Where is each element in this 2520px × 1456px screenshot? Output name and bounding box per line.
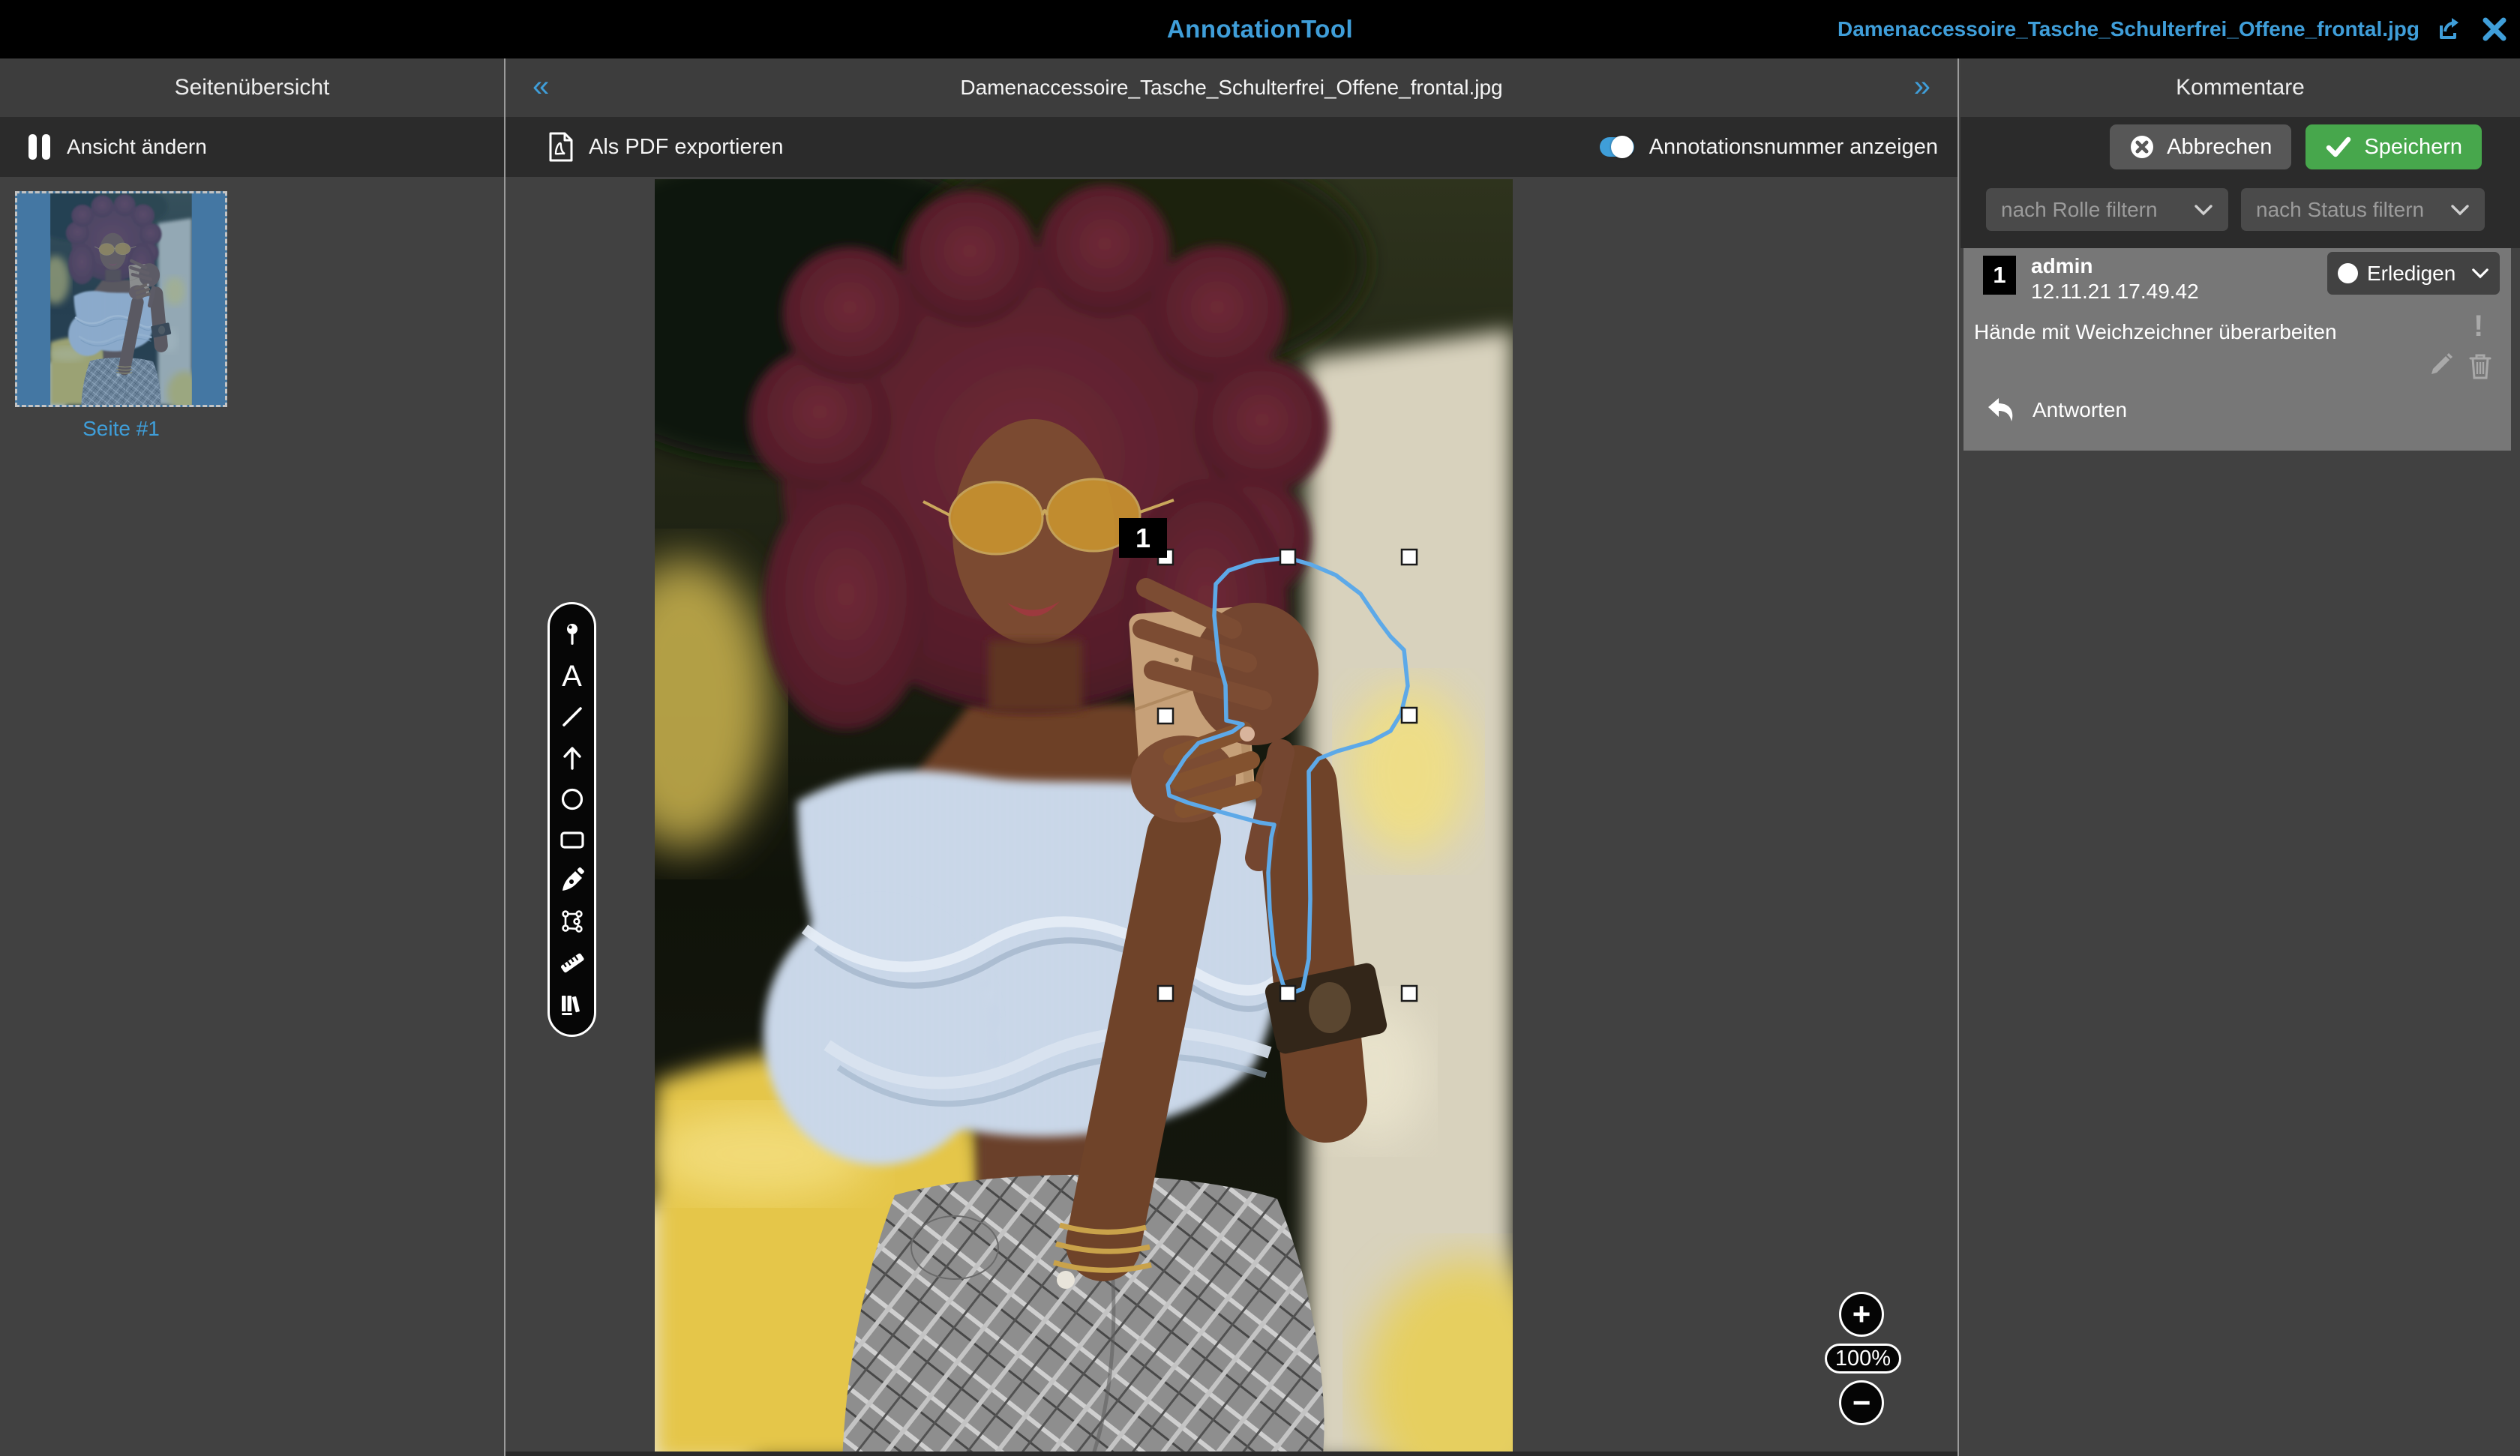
ellipse-tool-button[interactable] (554, 781, 590, 817)
export-pdf-label: Als PDF exportieren (589, 135, 784, 160)
ruler-tool-button[interactable] (554, 945, 590, 981)
handle-top-center[interactable] (1280, 550, 1295, 565)
edit-pencil-icon[interactable] (2427, 352, 2454, 382)
comments-actions: Abbrechen Speichern (1960, 117, 2520, 177)
drawing-toolbar: A (548, 602, 596, 1037)
pen-tool-button[interactable] (554, 863, 590, 899)
topbar-filename: Damenaccessoire_Tasche_Schulterfrei_Offe… (1838, 17, 2420, 41)
handle-bottom-right[interactable] (1402, 986, 1417, 1001)
change-view-label: Ansicht ändern (67, 135, 207, 159)
canvas-scrollbar[interactable] (506, 1452, 1958, 1456)
viewer-column: Damenaccessoire_Tasche_Schulterfrei_Offe… (504, 58, 1959, 1456)
comment-status-dropdown[interactable]: Erledigen (2327, 252, 2500, 295)
save-button[interactable]: Speichern (2306, 124, 2482, 169)
comment-status-label: Erledigen (2367, 262, 2462, 286)
library-tool-button[interactable] (554, 986, 590, 1022)
viewer-header: Damenaccessoire_Tasche_Schulterfrei_Offe… (506, 58, 1958, 117)
reply-label: Antworten (2032, 398, 2127, 422)
filter-role-placeholder: nach Rolle filtern (2001, 198, 2158, 222)
prev-page-button[interactable]: « (532, 58, 549, 117)
thumbnail-selection-overlay (17, 193, 225, 405)
topbar-file-actions: Damenaccessoire_Tasche_Schulterfrei_Offe… (1838, 0, 2510, 58)
annotation-number-toggle[interactable] (1600, 137, 1634, 157)
photo: 1 (655, 179, 1513, 1456)
comment-timestamp: 12.11.21 17.49.42 (2031, 280, 2199, 304)
arrow-tool-button[interactable] (554, 740, 590, 776)
check-icon (2325, 135, 2352, 159)
comment-filters: nach Rolle filtern nach Status filtern (1960, 177, 2520, 248)
chevron-down-icon (2194, 204, 2213, 216)
handle-top-right[interactable] (1402, 550, 1417, 565)
comments-sidebar: Kommentare Abbrechen Speichern nach Roll… (1960, 58, 2520, 1456)
annotation-tool-app: AnnotationTool Damenaccessoire_Tasche_Sc… (0, 0, 2520, 1456)
top-bar: AnnotationTool Damenaccessoire_Tasche_Sc… (0, 0, 2520, 58)
annotation-outline[interactable] (1168, 558, 1408, 993)
handle-bottom-center[interactable] (1280, 986, 1295, 1001)
page-thumbnail[interactable] (15, 191, 227, 407)
viewer-filename: Damenaccessoire_Tasche_Schulterfrei_Offe… (960, 76, 1502, 100)
close-icon[interactable] (2480, 14, 2510, 44)
svg-text:1: 1 (1136, 523, 1150, 553)
reply-arrow-icon (1986, 397, 2016, 424)
toggle-knob (1611, 136, 1634, 158)
share-icon[interactable] (2434, 14, 2464, 44)
priority-icon[interactable]: ! (2474, 310, 2483, 343)
delete-trash-icon[interactable] (2468, 352, 2493, 384)
save-label: Speichern (2364, 135, 2462, 160)
rectangle-tool-button[interactable] (554, 822, 590, 858)
export-pdf-button[interactable]: Als PDF exportieren (548, 131, 784, 163)
pages-sidebar-title: Seitenübersicht (0, 58, 504, 117)
zoom-level[interactable]: 100% (1825, 1344, 1901, 1374)
filter-status-dropdown[interactable]: nach Status filtern (2241, 188, 2485, 231)
comment-text: Hände mit Weichzeichner überarbeiten (1974, 320, 2337, 344)
filter-status-placeholder: nach Status filtern (2256, 198, 2424, 222)
zoom-out-button[interactable]: − (1839, 1380, 1884, 1425)
cancel-label: Abbrechen (2167, 135, 2272, 160)
filter-role-dropdown[interactable]: nach Rolle filtern (1986, 188, 2228, 231)
page-caption[interactable]: Seite #1 (15, 417, 227, 441)
handle-mid-right[interactable] (1402, 708, 1417, 723)
pdf-file-icon (548, 131, 574, 163)
viewer-toolbar: Als PDF exportieren Annotationsnummer an… (506, 117, 1958, 177)
cancel-button[interactable]: Abbrechen (2110, 124, 2291, 169)
comment-number-badge: 1 (1983, 256, 2016, 295)
annotation-layer: 1 (655, 179, 1513, 1456)
status-circle-icon (2338, 263, 2358, 283)
cancel-circle-icon (2129, 134, 2155, 160)
app-title: AnnotationTool (1167, 0, 1353, 58)
comments-title: Kommentare (1960, 58, 2520, 117)
annotation-number-badge: 1 (1119, 518, 1167, 558)
line-tool-button[interactable] (554, 699, 590, 735)
polygon-tool-button[interactable] (554, 903, 590, 939)
text-tool-button[interactable]: A (554, 658, 590, 694)
change-view-button[interactable]: Ansicht ändern (0, 117, 504, 177)
next-page-button[interactable]: » (1914, 58, 1930, 117)
handle-bottom-left[interactable] (1158, 986, 1173, 1001)
chevron-down-icon (2471, 268, 2489, 279)
annotation-number-toggle-label: Annotationsnummer anzeigen (1649, 135, 1938, 160)
reply-button[interactable]: Antworten (1986, 397, 2127, 424)
image-canvas[interactable]: 1 A (506, 177, 1958, 1456)
columns-icon (28, 134, 50, 160)
chevron-down-icon (2450, 204, 2470, 216)
zoom-in-button[interactable]: + (1839, 1292, 1884, 1337)
comment-item: 1 admin 12.11.21 17.49.42 Erledigen Händ… (1964, 248, 2511, 451)
comment-author: admin (2031, 254, 2092, 278)
text-tool-icon: A (562, 661, 582, 691)
pages-sidebar: Seitenübersicht Ansicht ändern Seite #1 (0, 58, 504, 1456)
handle-mid-left[interactable] (1158, 709, 1173, 724)
pin-tool-button[interactable] (554, 617, 590, 653)
